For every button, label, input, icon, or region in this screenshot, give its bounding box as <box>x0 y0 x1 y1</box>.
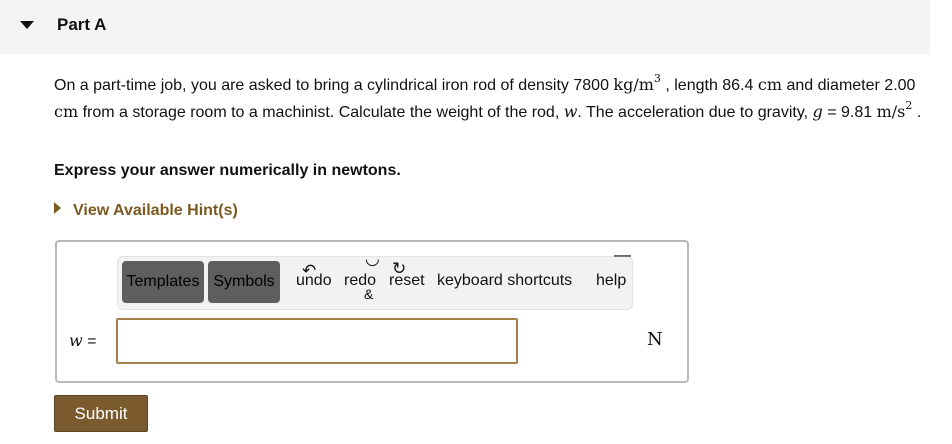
symbols-button[interactable]: Symbols <box>208 261 280 303</box>
view-hints-link[interactable]: View Available Hint(s) <box>54 202 238 220</box>
question-text: On a part-time job, you are asked to bri… <box>54 72 922 121</box>
part-header[interactable]: Part A <box>0 0 930 54</box>
undo-button[interactable]: undo <box>296 272 332 290</box>
help-button[interactable]: help <box>596 272 626 290</box>
collapse-caret-icon[interactable] <box>20 21 34 29</box>
expand-caret-icon <box>54 202 61 214</box>
reset-button[interactable]: reset <box>389 272 425 290</box>
answer-box: Templates Symbols ↶ undo ◡ redo & ↻ rese… <box>55 240 689 383</box>
templates-button[interactable]: Templates <box>122 261 204 303</box>
answer-input[interactable] <box>116 318 518 364</box>
keyboard-shortcuts-button[interactable]: keyboard shortcuts <box>437 272 572 290</box>
answer-label: w = <box>69 331 97 350</box>
redo-icon: ◡ <box>365 249 380 268</box>
part-title: Part A <box>57 15 107 34</box>
ampersand-label: & <box>364 286 374 302</box>
answer-instruction: Express your answer numerically in newto… <box>54 162 401 179</box>
help-icon: — <box>614 245 631 264</box>
hint-link-label: View Available Hint(s) <box>73 202 238 219</box>
unit-label: N <box>647 329 663 350</box>
math-toolbar: Templates Symbols ↶ undo ◡ redo & ↻ rese… <box>117 245 633 310</box>
submit-button[interactable]: Submit <box>54 395 148 432</box>
